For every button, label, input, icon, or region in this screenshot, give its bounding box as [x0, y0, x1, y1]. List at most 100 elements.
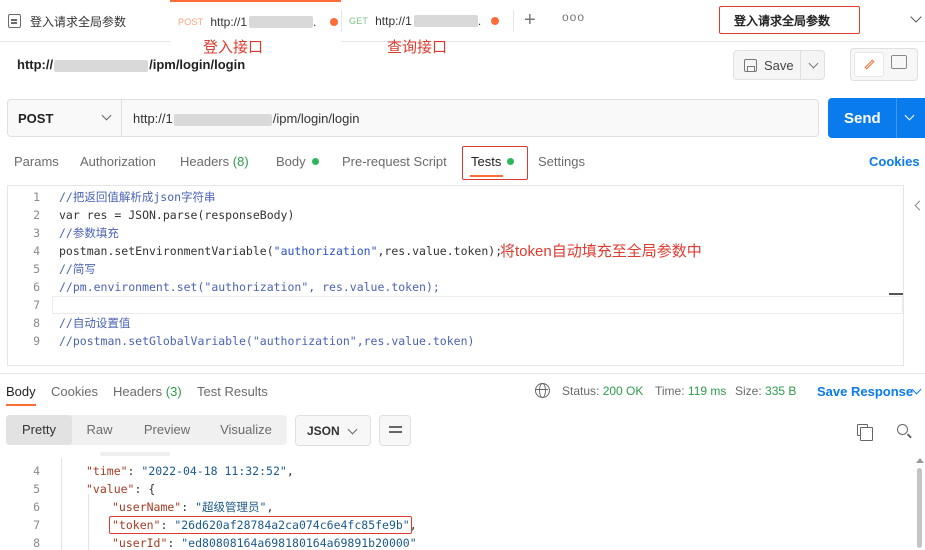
cookies-link[interactable]: Cookies — [869, 154, 920, 169]
tab-environment[interactable]: 登入请求全局参数 — [0, 0, 170, 42]
save-label: Save — [764, 57, 794, 73]
json-value: "超级管理员" — [195, 500, 267, 514]
line-number: 5 — [33, 262, 40, 276]
json-punctuation: , — [286, 464, 294, 478]
line-number: 7 — [33, 518, 40, 532]
response-view-toggle: Pretty Raw Preview Visualize — [6, 415, 287, 445]
scroll-up-icon[interactable] — [916, 458, 924, 463]
view-raw[interactable]: Raw — [72, 415, 127, 445]
format-select[interactable]: JSON — [295, 415, 371, 446]
copy-icon[interactable] — [857, 424, 873, 441]
code-line[interactable]: 5 //简写 — [7, 260, 902, 278]
annotation-box — [109, 516, 412, 534]
line-number: 2 — [33, 208, 40, 222]
more-tabs-button[interactable]: ooo — [562, 10, 585, 24]
blurred-text — [249, 16, 314, 28]
code-text: //pm.environment.set("authorization", re… — [59, 280, 440, 294]
unsaved-dot-icon — [491, 17, 500, 25]
view-preview[interactable]: Preview — [134, 415, 200, 445]
json-separator: : — [134, 482, 149, 496]
scroll-marker — [889, 293, 903, 295]
view-visualize[interactable]: Visualize — [210, 415, 282, 445]
line-number: 6 — [33, 500, 40, 514]
code-text: //postman.setGlobalVariable("authorizati… — [59, 334, 475, 348]
tab-authorization[interactable]: Authorization — [80, 154, 156, 169]
status-info: Status: 200 OK — [562, 384, 644, 398]
json-separator: : — [127, 464, 142, 478]
code-line[interactable]: 9 //postman.setGlobalVariable("authorizat… — [7, 332, 902, 350]
response-tab-cookies[interactable]: Cookies — [51, 384, 98, 399]
chevron-down-icon[interactable] — [808, 58, 819, 69]
code-line[interactable]: 6 //pm.environment.set("authorization", r… — [7, 278, 902, 296]
status-dot-icon — [311, 158, 319, 165]
code-line[interactable]: 3 //参数填充 — [7, 224, 902, 242]
globe-icon[interactable] — [535, 383, 550, 398]
tab-pre-request-script[interactable]: Pre-request Script — [342, 154, 447, 169]
unsaved-dot-icon — [330, 18, 339, 26]
blurred-text — [173, 113, 272, 126]
code-line[interactable]: 4 postman.setEnvironmentVariable("authori… — [7, 242, 902, 260]
chevron-down-icon[interactable] — [910, 11, 922, 23]
line-number: 8 — [33, 316, 40, 330]
tab-params[interactable]: Params — [14, 154, 59, 169]
edit-mode-button[interactable] — [854, 52, 884, 77]
tab-method: POST — [178, 17, 204, 27]
save-response-button[interactable]: Save Response — [817, 384, 913, 399]
time-info: Time: 119 ms — [655, 384, 727, 398]
chevron-left-icon[interactable] — [914, 200, 925, 211]
response-tab-test-results[interactable]: Test Results — [197, 384, 268, 399]
line-number: 6 — [33, 280, 40, 294]
json-key: "value" — [86, 482, 135, 496]
tab-headers[interactable]: Headers (8) — [180, 154, 249, 169]
search-icon[interactable] — [897, 424, 908, 435]
code-text: //参数填充 — [59, 226, 119, 240]
response-tab-headers[interactable]: Headers (3) — [113, 384, 182, 399]
environment-select[interactable]: 登入请求全局参数 — [719, 6, 860, 34]
annotation-token-note: 将token自动填充至全局参数中 — [500, 243, 702, 260]
chevron-down-icon — [101, 110, 112, 121]
json-key: "userId" — [112, 536, 168, 550]
chevron-down-icon — [347, 424, 358, 435]
json-punctuation: { — [148, 482, 156, 496]
line-number: 4 — [33, 244, 40, 258]
document-icon — [8, 14, 21, 28]
line-number: 8 — [33, 536, 40, 550]
json-line: 5 "value": { — [0, 480, 915, 498]
line-number: 9 — [33, 334, 40, 348]
code-text: postman.setEnvironmentVariable("authoriz… — [59, 244, 503, 258]
response-tab-body[interactable]: Body — [6, 384, 36, 399]
tab-body[interactable]: Body — [276, 154, 319, 169]
new-tab-button[interactable]: + — [524, 9, 536, 31]
save-button[interactable]: Save — [733, 50, 825, 80]
documentation-icon[interactable] — [891, 55, 907, 69]
code-line[interactable]: 2 var res = JSON.parse(responseBody) — [7, 206, 902, 224]
clipped-line — [100, 452, 170, 458]
code-line[interactable]: 7 — [7, 296, 902, 314]
view-pretty[interactable]: Pretty — [6, 415, 72, 445]
code-text: //把返回值解析成json字符串 — [59, 190, 216, 204]
json-key: "userName" — [112, 500, 182, 514]
tab-bar: 登入请求全局参数 POST http://1 . GET http://1 . … — [0, 0, 925, 42]
scrollbar-thumb[interactable] — [917, 468, 922, 548]
scrollbar[interactable] — [916, 458, 924, 550]
annotation-login-api: 登入接口 — [203, 39, 264, 56]
annotation-query-api: 查询接口 — [387, 39, 448, 56]
code-line[interactable]: 8 //自动设置值 — [7, 314, 902, 332]
wrap-lines-button[interactable] — [379, 415, 411, 446]
size-info: Size: 335 B — [735, 384, 797, 398]
request-title[interactable]: http:///ipm/login/login — [17, 57, 245, 72]
url-bar: POST http://1/ipm/login/login — [7, 99, 819, 137]
tab-settings[interactable]: Settings — [538, 154, 585, 169]
url-input[interactable]: http://1/ipm/login/login — [133, 111, 359, 126]
tab-divider — [513, 10, 514, 32]
view-mode-toggle — [850, 48, 918, 81]
tab-url: http://1 — [210, 15, 248, 29]
line-number: 7 — [33, 298, 40, 312]
json-separator: : — [167, 536, 182, 550]
code-line[interactable]: 1 //把返回值解析成json字符串 — [7, 188, 902, 206]
json-value: "ed80808164a698180164a69891b20000" — [181, 536, 417, 550]
json-separator: : — [181, 500, 196, 514]
method-select[interactable]: POST — [8, 100, 122, 136]
json-line: 6 "userName": "超级管理员", — [0, 498, 915, 516]
line-number: 1 — [33, 190, 40, 204]
